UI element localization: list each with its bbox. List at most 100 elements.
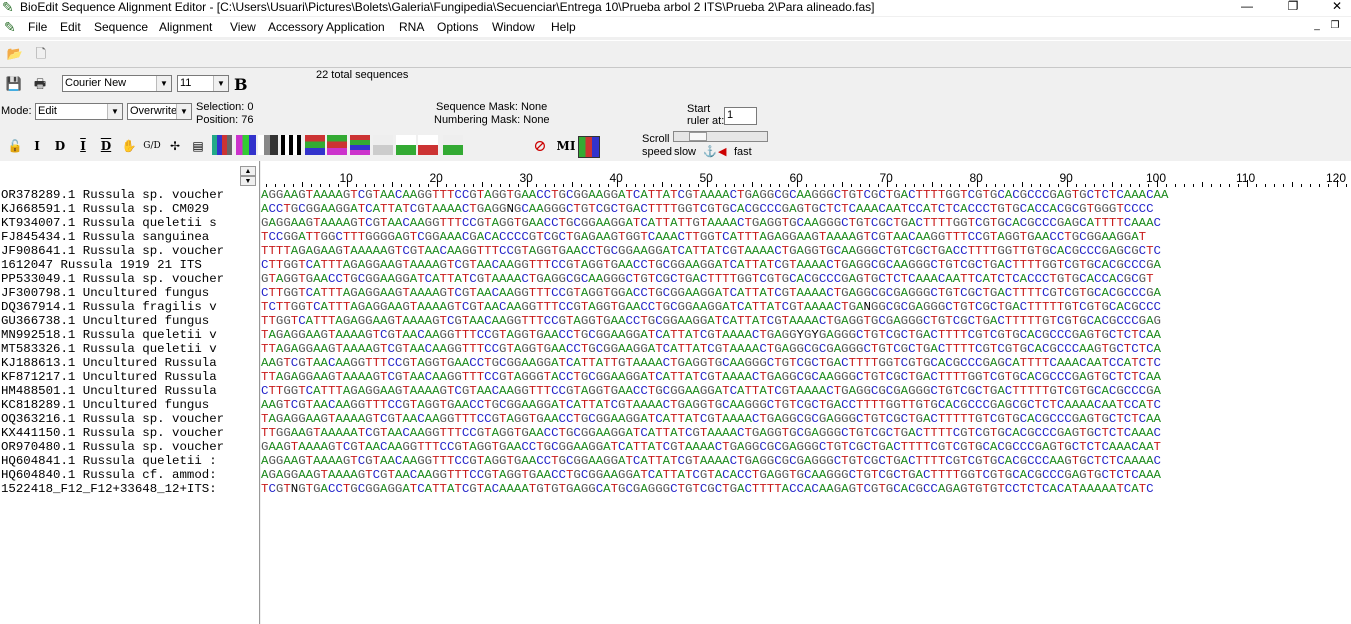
sequence-row[interactable]: CTTGGTCATTTAGAGGAAGTAAAAGTCGTAACAAGGTTTC… [261, 384, 1161, 398]
document-logo-icon[interactable]: ✎ [4, 19, 16, 36]
sequence-row[interactable]: TCGTNGTGACCTGCGGAGGATCATTATCGTACAAAATGTG… [261, 482, 1154, 496]
menu-rna[interactable]: RNA [399, 19, 424, 35]
new-document-icon[interactable]: 🗋 [32, 45, 50, 63]
minimize-icon[interactable]: — [1232, 0, 1262, 14]
no-entry-icon[interactable]: ⊘ [531, 138, 549, 154]
sequence-name[interactable]: OR970480.1 Russula sp. voucher [1, 440, 259, 454]
sequence-row[interactable]: GAAGTAAAAGTCGTAACAAGGTTTCCGTAGGTGAACCTGC… [261, 440, 1161, 454]
sequence-name[interactable]: MN992518.1 Russula queletii v [1, 328, 259, 342]
sequence-name[interactable]: KT934007.1 Russula queletii s [1, 216, 259, 230]
sequence-name[interactable]: KF871217.1 Uncultured Russula [1, 370, 259, 384]
sequence-name[interactable]: FJ845434.1 Russula sanguinea [1, 230, 259, 244]
cat-gat-icon[interactable] [396, 135, 416, 155]
delete-mode-icon[interactable]: D [51, 138, 69, 154]
close-icon[interactable]: ✕ [1322, 0, 1351, 14]
menu-file[interactable]: File [28, 19, 47, 35]
menu-sequence[interactable]: Sequence [94, 19, 148, 35]
font-name-select[interactable]: Courier New ▼ [62, 75, 172, 92]
sequence-name[interactable]: HM488501.1 Uncultured Russula [1, 384, 259, 398]
menu-help[interactable]: Help [551, 19, 576, 35]
menu-options[interactable]: Options [437, 19, 478, 35]
open-folder-icon[interactable]: 📂 [6, 45, 24, 63]
mode-select[interactable]: Edit ▼ [35, 103, 123, 120]
sequence-row[interactable]: AGGAAGTAAAAGTCGTAACAAGGTTTCCGTAGGTGAACCT… [261, 454, 1161, 468]
color-mode-1-icon[interactable] [212, 135, 232, 155]
maximize-icon[interactable]: ❐ [1278, 0, 1308, 14]
child-restore-icon[interactable]: ❐ [1328, 20, 1342, 32]
mi-button[interactable]: MI [555, 138, 577, 154]
hand-icon[interactable]: ✋ [120, 138, 138, 154]
sequence-row[interactable]: AGGAAGTAAAAGTCGTAACAAGGTTTCCGTAGGTGAACCT… [261, 188, 1168, 202]
sequence-row[interactable]: TCTTGGTCATTTAGAGGAAGTAAAAGTCGTAACAAGGTTT… [261, 300, 1161, 314]
sequence-row[interactable]: TTGGTCATTTAGAGGAAGTAAAAGTCGTAACAAGGTTTCC… [261, 314, 1161, 328]
start-ruler-input[interactable]: 1 [724, 107, 757, 125]
sequence-name[interactable]: GU366738.1 Uncultured fungus [1, 314, 259, 328]
sequence-row[interactable]: GAGGAAGTAAAAGTCGTAACAAGGTTTCCGTAGGTGAACC… [261, 216, 1161, 230]
sequence-name[interactable]: OQ363216.1 Russula sp. voucher [1, 412, 259, 426]
sequence-name[interactable]: KX441150.1 Russula sp. voucher [1, 426, 259, 440]
sequence-name[interactable]: PP533049.1 Russula sp. voucher [1, 272, 259, 286]
ruler-tick [400, 184, 402, 187]
delete-gap-icon[interactable]: D [97, 138, 115, 154]
sequence-name[interactable]: KJ188613.1 Uncultured Russula [1, 356, 259, 370]
insert-gap-icon[interactable]: I [74, 138, 92, 154]
font-size-select[interactable]: 11 ▼ [177, 75, 229, 92]
color-mode-3-icon[interactable] [305, 135, 325, 155]
sequence-row[interactable]: AGAGGAAGTAAAAGTCGTAACAAGGTTTCCGTAGGTGAAC… [261, 468, 1161, 482]
sequence-name[interactable]: HQ604841.1 Russula queletii : [1, 454, 259, 468]
sequence-row[interactable]: ACCTGCGGAAGGATCATTATCGTAAAACTGAGGNGCAAGG… [261, 202, 1154, 216]
ruler-icon[interactable]: ▤ [189, 138, 207, 154]
chevron-up-icon[interactable]: ▲ [240, 166, 256, 176]
lock-icon[interactable]: 🔓 [6, 138, 24, 154]
sequence-name[interactable]: HQ604840.1 Russula cf. ammod: [1, 468, 259, 482]
sequence-name[interactable]: 1612047 Russula 1919 21 ITS [1, 258, 259, 272]
sequence-name[interactable]: MT583326.1 Russula queletii v [1, 342, 259, 356]
ttag-icon[interactable] [443, 135, 463, 155]
menu-alignment[interactable]: Alignment [159, 19, 212, 35]
menu-view[interactable]: View [230, 19, 256, 35]
shade-mode-icon[interactable] [258, 135, 278, 155]
sequence-row[interactable]: TTGGAAGTAAAAATCGTAACAAGGTTTCCGTAGGTGAACC… [261, 426, 1161, 440]
sequence-name[interactable]: JF908641.1 Russula sp. voucher [1, 244, 259, 258]
sequence-row[interactable]: CTTGGTCATTTAGAGGAAGTAAAAGTCGTAACAAGGTTTC… [261, 286, 1161, 300]
menu-accessory-application[interactable]: Accessory Application [268, 19, 385, 35]
ruler-tick [715, 184, 717, 187]
menu-edit[interactable]: Edit [60, 19, 81, 35]
ruler-tick [598, 184, 600, 187]
sequence-row[interactable]: GTAGGTGAACCTGCGGAAGGATCATTATCGTAAAACTGAG… [261, 272, 1154, 286]
bold-button[interactable]: B [234, 75, 248, 94]
color-mode-2-icon[interactable] [236, 135, 256, 155]
sequence-name[interactable]: DQ367914.1 Russula fragilis v [1, 300, 259, 314]
sequence-row[interactable]: CTTGGTCATTTAGAGGAAGTAAAAGTCGTAACAAGGTTTC… [261, 258, 1161, 272]
sequence-row[interactable]: TCCGGATTGGCTTTGGGGAGTCGGAAACGACACCCCGTCG… [261, 230, 1146, 244]
sequence-name[interactable]: JF300798.1 Uncultured fungus [1, 286, 259, 300]
sequence-row[interactable]: TTTTAGAGAAGTAAAAAGTCGTAACAAGGTTTCCGTAGGT… [261, 244, 1161, 258]
sequence-name[interactable]: KJ668591.1 Russula sp. CM029 [1, 202, 259, 216]
sequence-row[interactable]: TTAGAGGAAGTAAAAGTCGTAACAAGGTTTCCGTAGGTGA… [261, 342, 1161, 356]
sequence-name[interactable]: OR378289.1 Russula sp. voucher [1, 188, 259, 202]
color-mode-5-icon[interactable] [350, 135, 370, 155]
sequence-row[interactable]: AAGTCGTAACAAGGTTTCCGTAGGTGAACCTGCGGAAGGA… [261, 398, 1161, 412]
crosshair-icon[interactable]: ✢ [166, 138, 184, 154]
sequence-row[interactable]: TAGAGGAAGTAAAAGTCGTAACAAGGTTTCCGTAGGTGAA… [261, 328, 1161, 342]
sequence-name[interactable]: 1522418_F12_F12+33648_12+ITS: [1, 482, 259, 496]
cat-cat-icon[interactable] [418, 135, 438, 155]
matrix-icon[interactable] [578, 136, 600, 158]
sequence-row[interactable]: TAGAGGAAGTAAAAGTCGTAACAAGGTTTCCGTAGGTGAA… [261, 412, 1161, 426]
overwrite-select[interactable]: Overwrite ▼ [127, 103, 192, 120]
chevron-down-icon[interactable]: ▼ [240, 176, 256, 186]
gap-toggle-icon[interactable]: G/D [143, 138, 161, 154]
sequence-row[interactable]: TTAGAGGAAGTAAAAGTCGTAACAAGGTTTCCGTAGGGTA… [261, 370, 1161, 384]
step-icon[interactable] [373, 135, 393, 155]
child-minimize-icon[interactable]: _ [1310, 20, 1324, 32]
menu-window[interactable]: Window [492, 19, 535, 35]
print-icon[interactable]: 🖶 [31, 75, 49, 93]
save-icon[interactable]: 💾 [5, 75, 23, 93]
scroll-speed-slider[interactable] [673, 131, 768, 142]
sequence-name[interactable]: KC818289.1 Uncultured fungus [1, 398, 259, 412]
color-mode-4-icon[interactable] [327, 135, 347, 155]
insert-mode-icon[interactable]: I [28, 138, 46, 154]
sequence-row[interactable]: AAGTCGTAACAAGGTTTCCGTAGGTGAACCTGCGGAAGGA… [261, 356, 1161, 370]
scroll-speed-thumb[interactable] [689, 132, 707, 141]
grayscale-icon[interactable] [281, 135, 301, 155]
